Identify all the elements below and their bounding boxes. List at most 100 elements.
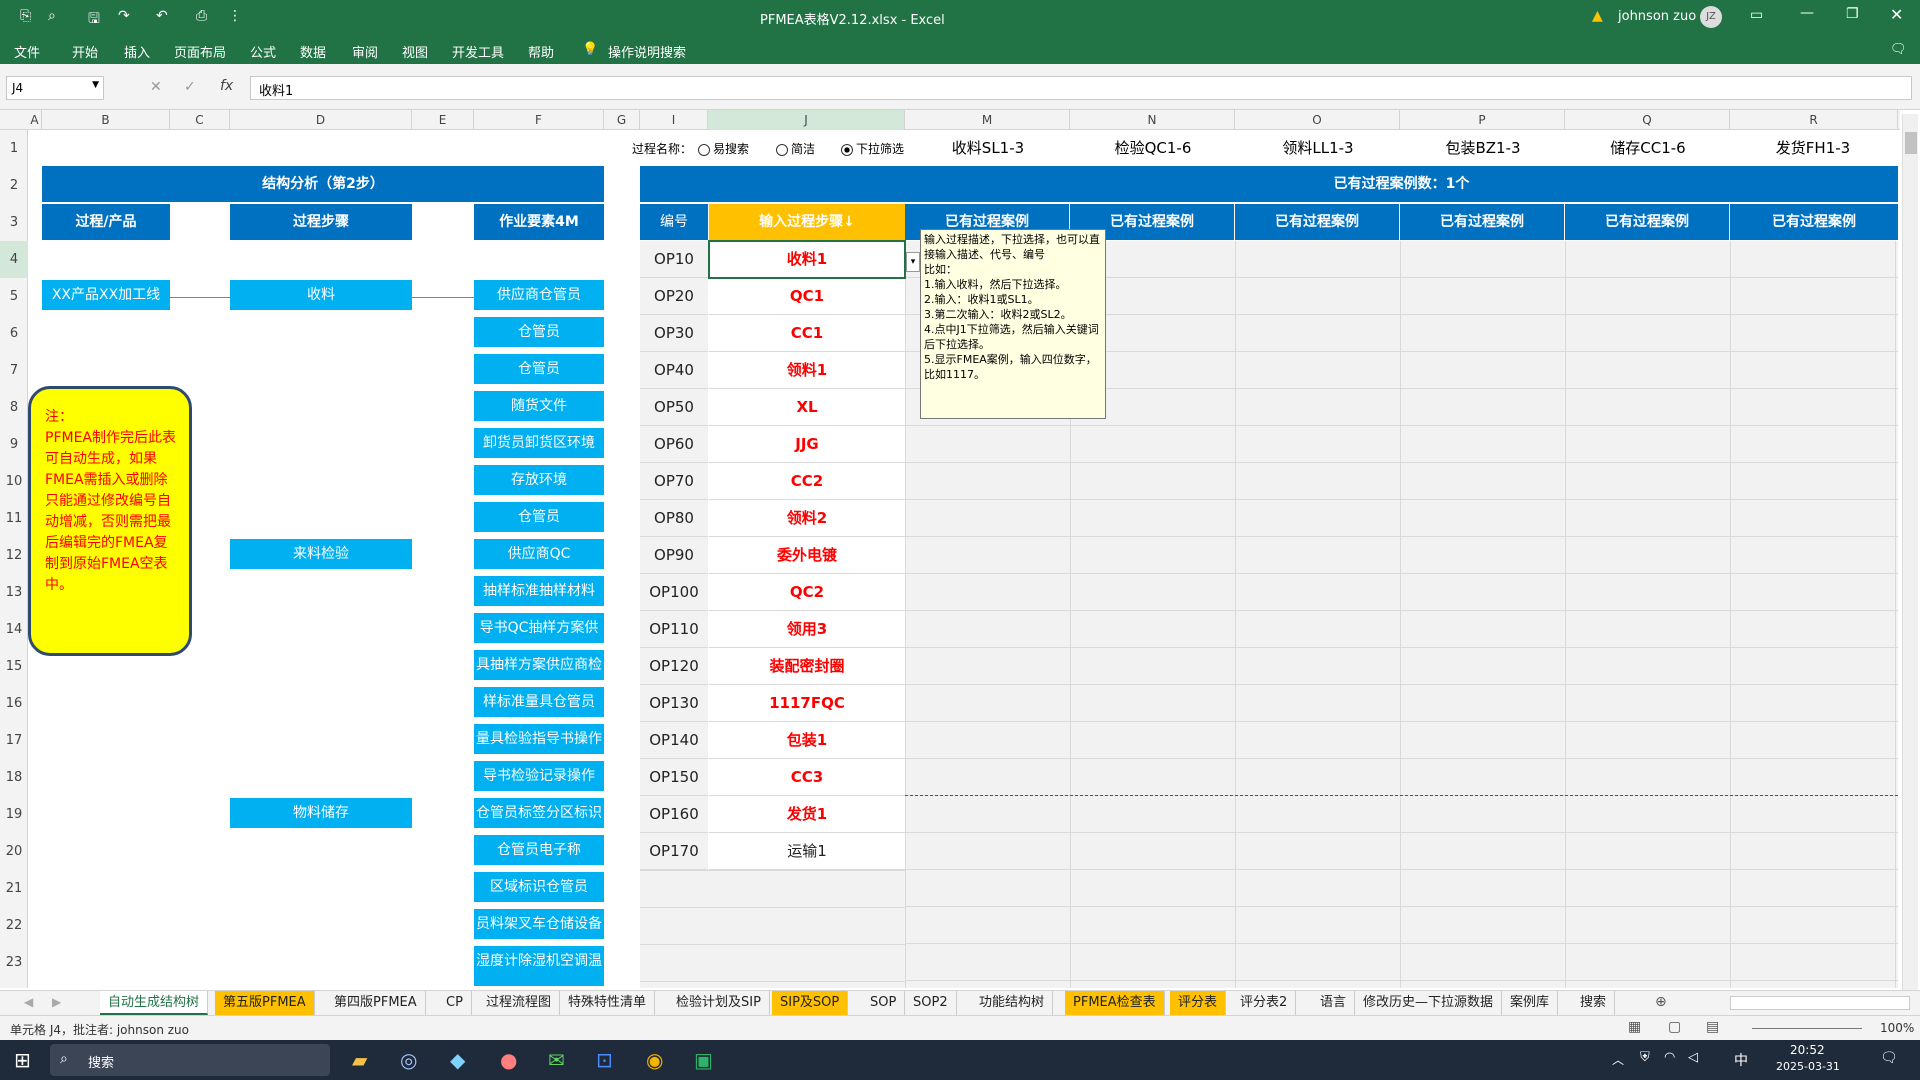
restore-icon[interactable]: ❐	[1846, 6, 1859, 22]
process-step-cell[interactable]: CC2	[709, 463, 905, 500]
row-header[interactable]: 13	[0, 574, 28, 611]
process-step-cell[interactable]: XL	[709, 389, 905, 426]
sheet-tab[interactable]: 修改历史—下拉源数据	[1355, 991, 1503, 1015]
enter-icon[interactable]: ✓	[184, 79, 196, 95]
horizontal-scrollbar[interactable]	[1730, 996, 1910, 1010]
col-header-m[interactable]: M	[905, 110, 1070, 130]
col-header-r[interactable]: R	[1730, 110, 1898, 130]
element-node[interactable]: 员料架叉车仓储设备	[474, 909, 604, 939]
element-node[interactable]: 区域标识仓管员	[474, 872, 604, 902]
category-header[interactable]: 包装BZ1-3	[1403, 137, 1563, 158]
row-header[interactable]: 15	[0, 648, 28, 685]
process-step-cell[interactable]: 领料1	[709, 352, 905, 389]
radio-dropdown-filter[interactable]: 下拉筛选	[841, 140, 904, 157]
row-header[interactable]: 20	[0, 833, 28, 870]
element-node[interactable]: 仓管员	[474, 502, 604, 532]
wifi-icon[interactable]: ◠	[1664, 1050, 1675, 1065]
op-number[interactable]: OP10	[640, 241, 708, 278]
op-number[interactable]: OP110	[640, 611, 708, 648]
menu-developer[interactable]: 开发工具	[452, 42, 504, 61]
process-step-cell[interactable]: CC3	[709, 759, 905, 796]
windows-start-icon[interactable]: ⊞	[14, 1048, 31, 1072]
process-step-cell[interactable]: 发货1	[709, 796, 905, 833]
menu-view[interactable]: 视图	[402, 42, 428, 61]
element-node[interactable]: 湿度计除湿机空调温	[474, 946, 604, 986]
case-count[interactable]: 已有过程案例数：1个	[905, 166, 1898, 202]
row-header[interactable]: 12	[0, 537, 28, 574]
col-header-q[interactable]: Q	[1565, 110, 1730, 130]
search-icon[interactable]: ⌕	[48, 8, 56, 24]
col-header-j[interactable]: J	[708, 110, 905, 130]
element-node[interactable]: 导书检验记录操作	[474, 761, 604, 791]
autosave-icon[interactable]: ⎘	[20, 8, 31, 24]
case-header[interactable]: 已有过程案例	[1565, 204, 1729, 240]
row-header[interactable]: 22	[0, 907, 28, 944]
col-header-d[interactable]: D	[230, 110, 412, 130]
sheet-tab[interactable]: 评分表	[1170, 991, 1227, 1015]
ribbon-display-icon[interactable]: ▭	[1750, 7, 1763, 23]
op-number[interactable]: OP90	[640, 537, 708, 574]
sheet-tab[interactable]: 第五版PFMEA	[215, 991, 315, 1015]
category-header[interactable]: 检验QC1-6	[1073, 137, 1233, 158]
case-header[interactable]: 已有过程案例	[1400, 204, 1564, 240]
volume-icon[interactable]: ◁	[1688, 1050, 1698, 1065]
col-header-n[interactable]: N	[1070, 110, 1235, 130]
row-header[interactable]: 11	[0, 500, 28, 537]
note-shape[interactable]: 注： PFMEA制作完后此表可自动生成，如果FMEA需插入或删除只能通过修改编号…	[28, 386, 192, 656]
dropdown-arrow-icon[interactable]: ▾	[906, 252, 920, 272]
row-header[interactable]: 16	[0, 685, 28, 722]
row-header[interactable]: 1	[0, 130, 28, 167]
element-node[interactable]: 量具检验指导书操作	[474, 724, 604, 754]
step-node[interactable]: 来料检验	[230, 539, 412, 569]
col-header-g[interactable]: G	[604, 110, 640, 130]
scroll-thumb[interactable]	[1905, 132, 1917, 154]
row-header[interactable]: 7	[0, 352, 28, 389]
structure-title[interactable]: 结构分析（第2步）	[42, 166, 604, 202]
process-step-cell[interactable]: CC1	[709, 315, 905, 352]
function-icon[interactable]: fx	[220, 78, 233, 94]
element-node[interactable]: 存放环境	[474, 465, 604, 495]
element-node[interactable]: 仓管员	[474, 317, 604, 347]
tell-me-search[interactable]: 操作说明搜索	[608, 42, 686, 61]
app-icon[interactable]: ⊡	[596, 1048, 613, 1072]
menu-formulas[interactable]: 公式	[250, 42, 276, 61]
process-step-cell[interactable]: 领料2	[709, 500, 905, 537]
menu-file[interactable]: 文件	[14, 42, 40, 61]
vertical-scrollbar[interactable]	[1902, 114, 1918, 990]
element-node[interactable]: 抽样标准抽样材料	[474, 576, 604, 606]
app-icon[interactable]: ●	[500, 1048, 517, 1072]
clock-time[interactable]: 20:52	[1790, 1043, 1825, 1057]
element-node[interactable]: 卸货员卸货区环境	[474, 428, 604, 458]
element-node[interactable]: 样标准量具仓管员	[474, 687, 604, 717]
sheet-tab[interactable]: SOP	[862, 991, 906, 1015]
col-header-c[interactable]: C	[170, 110, 230, 130]
sheet-tab[interactable]: SOP2	[905, 991, 957, 1015]
category-header[interactable]: 收料SL1-3	[908, 137, 1068, 158]
category-header[interactable]: 储存CC1-6	[1568, 137, 1728, 158]
clock-date[interactable]: 2025-03-31	[1776, 1060, 1840, 1073]
element-node[interactable]: 仓管员	[474, 354, 604, 384]
app-icon[interactable]: ◎	[400, 1048, 417, 1072]
row-header[interactable]: 21	[0, 870, 28, 907]
row-header[interactable]: 8	[0, 389, 28, 426]
step-node[interactable]: 物料储存	[230, 798, 412, 828]
page-break-icon[interactable]: ▤	[1706, 1019, 1719, 1035]
notification-icon[interactable]: 🗨	[1880, 1050, 1898, 1066]
taskbar-search[interactable]: ⌕ 搜索	[50, 1044, 330, 1076]
sheet-tab[interactable]: PFMEA检查表	[1065, 991, 1165, 1015]
add-sheet-icon[interactable]: ⊕	[1655, 994, 1667, 1010]
op-number[interactable]: OP150	[640, 759, 708, 796]
op-number[interactable]: OP70	[640, 463, 708, 500]
app-icon[interactable]: ◆	[450, 1048, 465, 1072]
col-header-a[interactable]: A	[28, 110, 42, 130]
menu-page-layout[interactable]: 页面布局	[174, 42, 226, 61]
redo-icon[interactable]: ↷	[118, 8, 130, 24]
menu-data[interactable]: 数据	[300, 42, 326, 61]
process-step-cell[interactable]: QC1	[709, 278, 905, 315]
comments-icon[interactable]: 🗨	[1890, 42, 1907, 57]
row-header[interactable]: 4	[0, 241, 28, 278]
name-box[interactable]: J4 ▼	[6, 76, 104, 100]
category-header[interactable]: 领料LL1-3	[1238, 137, 1398, 158]
sheet-tab[interactable]: 过程流程图	[478, 991, 561, 1015]
sheet-tab[interactable]: 功能结构树	[971, 991, 1054, 1015]
